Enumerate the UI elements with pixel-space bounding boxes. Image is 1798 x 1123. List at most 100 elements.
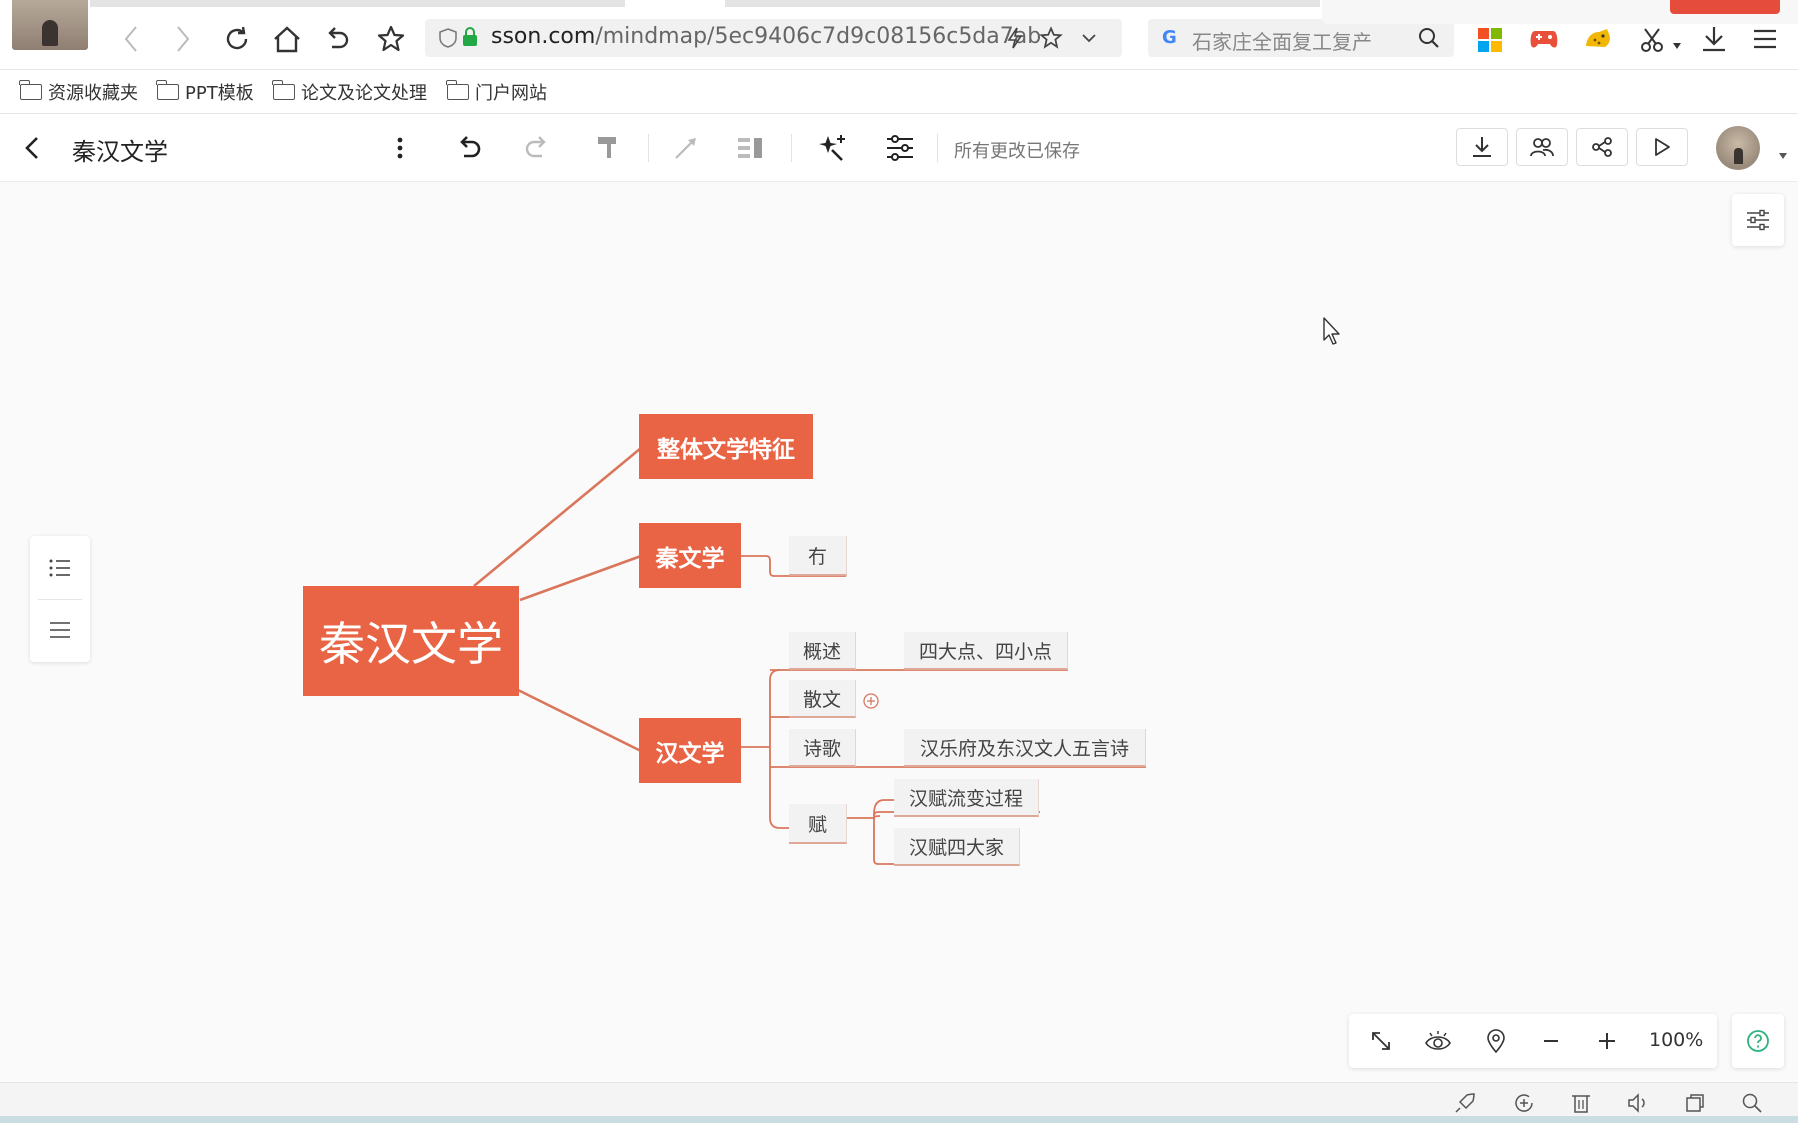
mindmap-node-overview[interactable]: 概述	[789, 632, 856, 670]
outline-list-icon[interactable]	[48, 558, 72, 578]
notes-list-icon[interactable]	[48, 620, 72, 640]
help-button[interactable]	[1732, 1014, 1784, 1068]
lightning-icon[interactable]	[1005, 27, 1025, 49]
windows-apps-icon[interactable]	[1478, 28, 1502, 52]
toolbar-divider	[937, 134, 938, 162]
shield-icon	[439, 28, 457, 48]
bookmark-label: 门户网站	[475, 83, 547, 104]
reload-icon[interactable]	[220, 22, 254, 56]
locate-pin-icon[interactable]	[1485, 1028, 1507, 1054]
download-icon	[1473, 137, 1491, 157]
summary-icon[interactable]	[736, 134, 764, 162]
back-icon[interactable]	[116, 22, 146, 56]
panel-divider	[38, 599, 82, 600]
folder-icon	[156, 80, 179, 100]
url-path: /mindmap/5ec9406c7d9c08156c5da7ab	[595, 24, 1042, 49]
refresh-plus-icon[interactable]	[1512, 1091, 1536, 1115]
structure-layout-icon[interactable]	[885, 134, 915, 162]
mindmap-node-qin[interactable]: 秦文学	[639, 523, 741, 588]
avatar[interactable]	[1716, 126, 1760, 170]
zoom-out-icon[interactable]	[1541, 1031, 1561, 1051]
bookmark-ppt[interactable]: PPT模板	[156, 79, 254, 105]
chevron-down-icon[interactable]	[1080, 29, 1098, 47]
bookmark-papers[interactable]: 论文及论文处理	[272, 79, 427, 105]
favorite-star-icon[interactable]	[374, 22, 408, 56]
relation-line-icon[interactable]	[672, 134, 700, 162]
bookmarks-bar: 资源收藏夹 PPT模板 论文及论文处理 门户网站	[0, 70, 1798, 114]
undo-close-tab-icon[interactable]	[320, 22, 354, 56]
app-header: 秦汉文学 所有更改已保存	[0, 114, 1798, 182]
style-settings-button[interactable]	[1732, 194, 1784, 246]
search-input[interactable]: 石家庄全面复工复产	[1192, 26, 1372, 55]
present-button[interactable]	[1636, 128, 1688, 166]
window-icon[interactable]	[1684, 1092, 1706, 1114]
folder-icon	[272, 80, 295, 100]
bookmark-portals[interactable]: 门户网站	[446, 79, 547, 105]
mindmap-node-poetry-child[interactable]: 汉乐府及东汉文人五言诗	[904, 729, 1146, 767]
speaker-icon[interactable]	[1626, 1091, 1650, 1115]
bookmark-label: 资源收藏夹	[48, 83, 138, 104]
expand-plus-icon[interactable]	[863, 693, 879, 709]
folder-icon	[19, 80, 42, 100]
google-icon: G	[1162, 27, 1177, 48]
redo-icon[interactable]	[523, 134, 551, 162]
toolbar-divider	[648, 134, 649, 162]
lock-icon	[462, 27, 478, 47]
gamepad-icon[interactable]	[1529, 27, 1559, 51]
undo-icon[interactable]	[455, 134, 483, 162]
recorder-stop-button[interactable]	[1670, 0, 1780, 14]
document-title[interactable]: 秦汉文学	[72, 132, 168, 167]
menu-icon[interactable]	[1752, 27, 1778, 51]
bookmark-label: 论文及论文处理	[301, 83, 427, 104]
search-bar[interactable]: G 石家庄全面复工复产	[1148, 19, 1454, 57]
magnifier-icon[interactable]	[1741, 1092, 1763, 1114]
zoom-level[interactable]: 100%	[1649, 1029, 1703, 1051]
folder-icon	[446, 80, 469, 100]
caret-down-icon[interactable]	[1672, 35, 1682, 49]
back-arrow-icon[interactable]	[22, 134, 44, 162]
bookmark-star-icon[interactable]	[1039, 26, 1063, 50]
scissors-icon[interactable]	[1638, 26, 1666, 54]
mindmap-node-fu-child-2[interactable]: 汉赋四大家	[894, 828, 1020, 866]
eye-icon[interactable]	[1424, 1029, 1452, 1053]
more-options-icon[interactable]	[392, 134, 408, 162]
cheetah-icon[interactable]	[1583, 26, 1613, 52]
download-button[interactable]	[1456, 128, 1508, 166]
home-icon[interactable]	[270, 22, 304, 56]
format-painter-icon[interactable]	[596, 134, 620, 162]
mindmap-node-fu-child-1[interactable]: 汉赋流变过程	[894, 779, 1039, 817]
search-icon[interactable]	[1418, 27, 1440, 49]
share-button[interactable]	[1576, 128, 1628, 166]
trash-icon[interactable]	[1570, 1091, 1592, 1115]
mindmap-node-overall[interactable]: 整体文学特征	[639, 414, 813, 479]
avatar-caret-icon[interactable]	[1778, 145, 1788, 159]
rocket-icon[interactable]	[1453, 1091, 1477, 1115]
magic-wand-icon[interactable]	[816, 132, 848, 164]
collaborate-button[interactable]	[1516, 128, 1568, 166]
bookmark-label: PPT模板	[185, 83, 254, 104]
fit-screen-icon[interactable]	[1369, 1029, 1393, 1053]
zoom-toolbar: 100%	[1349, 1014, 1717, 1068]
mindmap-canvas[interactable]: 秦汉文学 整体文学特征 秦文学 汉文学 冇 概述 四大点、四小点 散文 诗歌 汉…	[0, 182, 1798, 1082]
mindmap-node-fu[interactable]: 赋	[789, 804, 847, 844]
forward-icon[interactable]	[168, 22, 198, 56]
browser-profile-thumbnail[interactable]	[12, 0, 88, 50]
share-icon	[1592, 137, 1612, 157]
zoom-in-icon[interactable]	[1597, 1031, 1617, 1051]
connector-lines	[473, 446, 1146, 865]
outline-panel	[30, 536, 90, 662]
taskbar-edge	[0, 1116, 1798, 1123]
sliders-icon	[1747, 209, 1769, 231]
mindmap-node-prose[interactable]: 散文	[789, 680, 856, 718]
mindmap-node-overview-child[interactable]: 四大点、四小点	[904, 632, 1068, 670]
address-bar[interactable]: sson.com/mindmap/5ec9406c7d9c08156c5da7a…	[425, 19, 1122, 57]
mindmap-node-poetry[interactable]: 诗歌	[789, 729, 856, 767]
mindmap-root-node[interactable]: 秦汉文学	[303, 586, 519, 696]
tab-strip	[90, 0, 1320, 7]
mindmap-node-qin-child[interactable]: 冇	[789, 536, 847, 576]
people-icon	[1530, 138, 1554, 157]
mindmap-node-han[interactable]: 汉文学	[639, 718, 741, 783]
bookmark-resources[interactable]: 资源收藏夹	[19, 79, 138, 105]
download-icon[interactable]	[1700, 25, 1728, 53]
url-text: sson.com/mindmap/5ec9406c7d9c08156c5da7a…	[491, 24, 1041, 49]
